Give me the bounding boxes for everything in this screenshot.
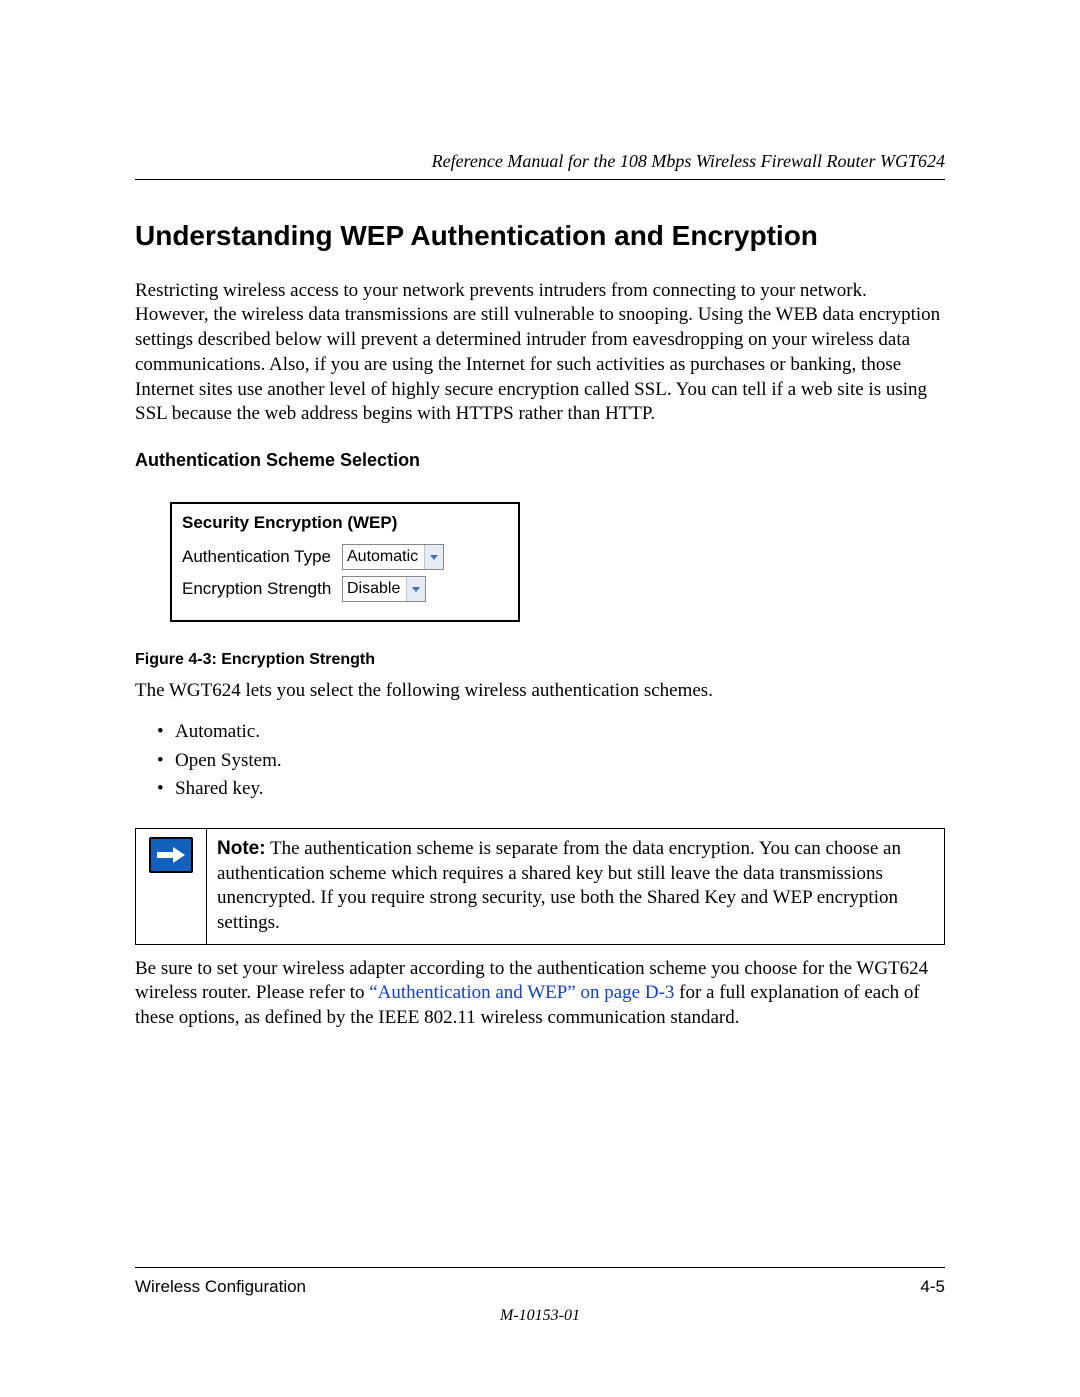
subsection-heading: Authentication Scheme Selection [135, 449, 945, 472]
chevron-down-icon [406, 577, 425, 601]
footer-section-name: Wireless Configuration [135, 1276, 306, 1298]
closing-paragraph: Be sure to set your wireless adapter acc… [135, 957, 945, 1031]
list-item: Open System. [157, 749, 945, 774]
note-text-cell: Note: The authentication scheme is separ… [207, 828, 945, 944]
encryption-strength-row: Encryption Strength Disable [182, 576, 508, 602]
list-item: Shared key. [157, 777, 945, 802]
running-header: Reference Manual for the 108 Mbps Wirele… [135, 150, 945, 180]
note-icon-cell [136, 828, 207, 944]
encryption-strength-label: Encryption Strength [182, 578, 342, 600]
encryption-strength-dropdown[interactable]: Disable [342, 576, 426, 602]
chevron-down-icon [424, 545, 443, 569]
wep-box-title: Security Encryption (WEP) [182, 512, 508, 534]
schemes-list: Automatic. Open System. Shared key. [157, 720, 945, 802]
auth-type-label: Authentication Type [182, 546, 342, 568]
auth-type-row: Authentication Type Automatic [182, 544, 508, 570]
note-label: Note: [217, 838, 266, 859]
footer-page-number: 4-5 [920, 1276, 945, 1298]
auth-type-value: Automatic [343, 545, 424, 569]
figure-caption: Figure 4-3: Encryption Strength [135, 650, 945, 671]
arrow-right-icon [149, 837, 193, 873]
intro-paragraph: Restricting wireless access to your netw… [135, 279, 945, 427]
footer-doc-number: M-10153-01 [135, 1306, 945, 1327]
note-body: The authentication scheme is separate fr… [217, 838, 901, 933]
wep-settings-box: Security Encryption (WEP) Authentication… [170, 502, 520, 622]
list-item: Automatic. [157, 720, 945, 745]
auth-type-dropdown[interactable]: Automatic [342, 544, 444, 570]
cross-reference-link[interactable]: “Authentication and WEP” on page D-3 [369, 982, 674, 1003]
schemes-lead: The WGT624 lets you select the following… [135, 679, 945, 704]
page-footer: Wireless Configuration 4-5 M-10153-01 [135, 1267, 945, 1327]
encryption-strength-value: Disable [343, 577, 406, 601]
note-callout: Note: The authentication scheme is separ… [135, 828, 945, 945]
section-title: Understanding WEP Authentication and Enc… [135, 218, 945, 254]
